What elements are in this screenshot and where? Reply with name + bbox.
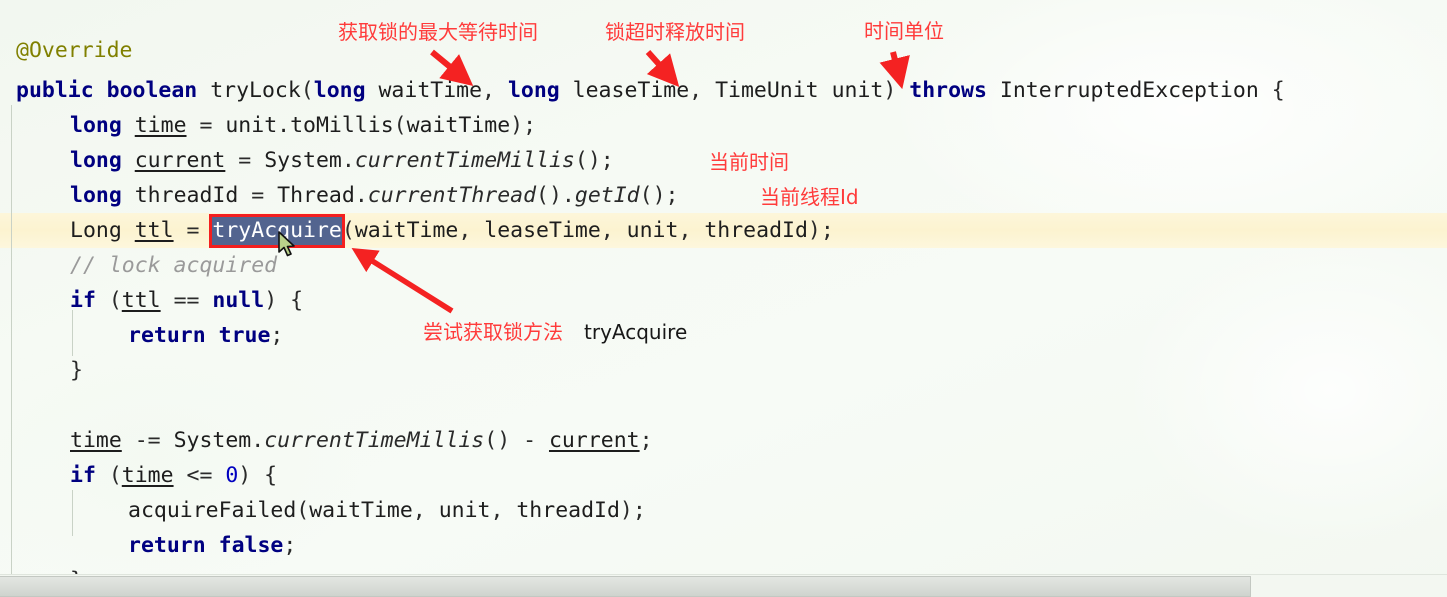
token-arg-threadId-2: threadId	[516, 498, 620, 523]
token-arg-waitTime-2: waitTime	[354, 218, 459, 243]
token-arg-leaseTime: leaseTime	[484, 218, 601, 243]
token-throws: throws	[909, 78, 987, 103]
code-line-return-false: return false;	[128, 533, 297, 558]
annotation-max-wait-time: 获取锁的最大等待时间	[338, 20, 538, 44]
token-var-current-use: current	[548, 428, 640, 453]
token-var-time-use: time	[70, 428, 122, 453]
token-arg-threadId-1: threadId	[704, 218, 808, 243]
token-type-TimeUnit: TimeUnit	[715, 78, 819, 103]
token-param-leaseTime: leaseTime	[572, 78, 690, 103]
selected-token-tryAcquire[interactable]: tryAcquire	[212, 217, 342, 245]
token-num-zero: 0	[225, 463, 239, 488]
token-var-ttl-decl: ttl	[134, 218, 174, 243]
horizontal-scrollbar[interactable]	[0, 574, 1447, 597]
token-call-acquireFailed: acquireFailed	[128, 498, 297, 523]
token-return-1: return	[128, 323, 206, 348]
token-arg-waitTime-3: waitTime	[309, 498, 413, 523]
token-override-annotation: @Override	[16, 38, 133, 63]
token-var-current: current	[134, 148, 226, 173]
annotation-try-acquire-name: tryAcquire	[584, 320, 688, 344]
token-call-toMillis: unit.toMillis	[225, 113, 394, 138]
annotation-current-thread-id: 当前线程Id	[760, 185, 859, 209]
code-content[interactable]: @Override public boolean tryLock(long wa…	[0, 0, 1447, 593]
token-if-1: if	[70, 288, 96, 313]
token-class-Thread: Thread	[277, 183, 355, 208]
token-call-currentTimeMillis-1: currentTimeMillis	[354, 148, 575, 173]
code-line-long-threadid: long threadId = Thread.currentThread().g…	[70, 183, 679, 208]
code-line-long-time: long time = unit.toMillis(waitTime);	[70, 113, 537, 138]
token-if-2: if	[70, 463, 96, 488]
token-var-threadId: threadId	[134, 183, 239, 208]
code-line-close-brace-1: }	[70, 358, 83, 383]
token-class-System-1: System	[264, 148, 342, 173]
token-type-Long: Long	[70, 218, 122, 243]
code-line-acquirefailed: acquireFailed(waitTime, unit, threadId);	[128, 498, 646, 523]
code-line-ttl-tryacquire: Long ttl = tryAcquire(waitTime, leaseTim…	[70, 217, 834, 245]
token-var-time-cond: time	[121, 463, 174, 488]
code-line-method-signature: public boolean tryLock(long waitTime, lo…	[16, 78, 1285, 103]
token-class-System-2: System	[173, 428, 252, 453]
token-long-2: long	[507, 78, 560, 103]
token-true: true	[218, 323, 271, 348]
token-public: public	[16, 78, 94, 103]
token-param-waitTime: waitTime	[378, 78, 483, 103]
token-boolean: boolean	[106, 78, 198, 103]
token-method-tryLock: tryLock	[210, 78, 301, 103]
token-null: null	[212, 288, 265, 313]
code-line-comment: // lock acquired	[70, 248, 1447, 283]
token-param-unit: unit	[831, 78, 884, 103]
token-long-3: long	[70, 113, 122, 138]
code-line-time-minus: time -= System.currentTimeMillis() - cur…	[70, 428, 653, 453]
token-long-1: long	[313, 78, 366, 103]
token-call-currentTimeMillis-2: currentTimeMillis	[264, 428, 485, 453]
token-var-ttl-use: ttl	[121, 288, 161, 313]
token-return-2: return	[128, 533, 206, 558]
annotation-lease-release-time: 锁超时释放时间	[605, 20, 745, 44]
annotation-current-time: 当前时间	[709, 150, 789, 174]
token-arg-waitTime-1: waitTime	[406, 113, 511, 138]
code-editor-screenshot: @Override public boolean tryLock(long wa…	[0, 0, 1447, 597]
code-line-if-ttl-null: if (ttl == null) {	[70, 288, 304, 313]
token-false: false	[218, 533, 284, 558]
token-call-getId: getId	[574, 183, 640, 208]
horizontal-scrollbar-thumb[interactable]	[0, 576, 1251, 597]
token-long-4: long	[70, 148, 122, 173]
code-line-return-true: return true;	[128, 323, 284, 348]
token-var-time: time	[134, 113, 187, 138]
token-arg-unit-1: unit	[626, 218, 679, 243]
annotation-time-unit: 时间单位	[864, 19, 944, 43]
code-line-if-time-zero: if (time <= 0) {	[70, 463, 278, 488]
token-type-InterruptedException: InterruptedException	[999, 78, 1259, 103]
annotation-try-acquire-method: 尝试获取锁方法	[423, 320, 563, 344]
token-arg-unit-2: unit	[438, 498, 491, 523]
token-call-currentThread: currentThread	[367, 183, 537, 208]
token-long-5: long	[70, 183, 122, 208]
token-comment-lock-acquired: // lock acquired	[70, 253, 278, 278]
